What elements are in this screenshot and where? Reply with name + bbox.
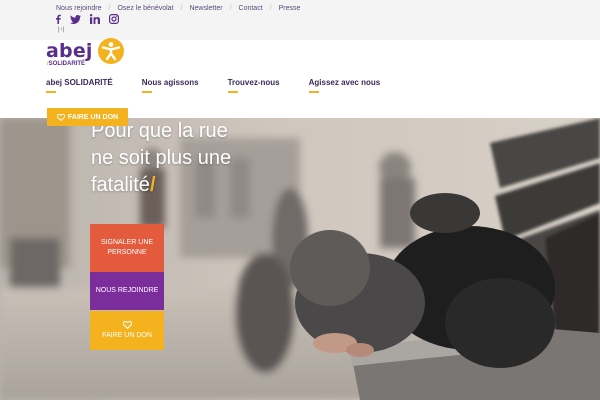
hero-title: Pour que la rue ne soit plus une fatalit… xyxy=(91,118,291,199)
separator: / xyxy=(108,5,111,12)
top-link-benevolat[interactable]: Osez le bénévolat xyxy=(117,5,173,12)
instagram-icon[interactable] xyxy=(109,14,119,24)
signaler-personne-label: SIGNALER UNE PERSONNE xyxy=(100,239,154,256)
top-link-nous-rejoindre[interactable]: Nous rejoindre xyxy=(56,5,102,12)
donate-button-header[interactable]: FAIRE UN DON xyxy=(47,108,128,126)
logo-word: abej xyxy=(46,40,93,62)
linkedin-icon[interactable] xyxy=(90,14,100,24)
nav-item-nous-agissons[interactable]: Nous agissons xyxy=(141,78,199,93)
nav-item-trouvez-nous[interactable]: Trouvez-nous xyxy=(227,78,280,93)
social-links xyxy=(55,14,119,24)
nav-item-abej-solidarite[interactable]: abej SOLIDARITÉ xyxy=(46,78,113,93)
separator: / xyxy=(180,5,183,12)
person-icon xyxy=(98,38,124,64)
site-header: abej /SOLIDARITÉ abej SOLIDARITÉ Nous ag… xyxy=(0,38,600,118)
nous-rejoindre-label: NOUS REJOINDRE xyxy=(95,287,159,294)
top-bar: Nous rejoindre / Osez le bénévolat / New… xyxy=(0,0,600,40)
main-nav: abej SOLIDARITÉ Nous agissons Trouvez-no… xyxy=(46,78,380,93)
faire-un-don-button[interactable]: FAIRE UN DON xyxy=(90,311,164,350)
separator: / xyxy=(229,5,232,12)
nous-rejoindre-button[interactable]: NOUS REJOINDRE xyxy=(90,272,164,310)
language-switch[interactable]: |↑| xyxy=(58,27,64,33)
hero-title-line-3-text: fatalité xyxy=(91,174,150,196)
top-link-presse[interactable]: Presse xyxy=(279,5,301,12)
logo-subtitle-text: SOLIDARITÉ xyxy=(48,61,86,67)
faire-un-don-label: FAIRE UN DON xyxy=(102,331,152,339)
signaler-personne-button[interactable]: SIGNALER UNE PERSONNE xyxy=(90,224,164,272)
logo-subtitle: /SOLIDARITÉ xyxy=(47,61,85,67)
twitter-icon[interactable] xyxy=(70,14,81,24)
separator: / xyxy=(269,5,272,12)
heart-icon xyxy=(122,320,132,329)
donate-button-header-label: FAIRE UN DON xyxy=(67,113,119,121)
heart-icon xyxy=(56,113,65,121)
hero-title-slash: / xyxy=(149,174,156,196)
hero-title-line-2: ne soit plus une xyxy=(91,147,232,169)
top-link-newsletter[interactable]: Newsletter xyxy=(189,5,222,12)
top-link-contact[interactable]: Contact xyxy=(239,5,263,12)
top-links: Nous rejoindre / Osez le bénévolat / New… xyxy=(56,5,300,12)
nav-item-agissez-avec-nous[interactable]: Agissez avec nous xyxy=(308,78,380,93)
facebook-icon[interactable] xyxy=(55,14,61,24)
hero-title-line-3: fatalité/ xyxy=(91,172,291,199)
